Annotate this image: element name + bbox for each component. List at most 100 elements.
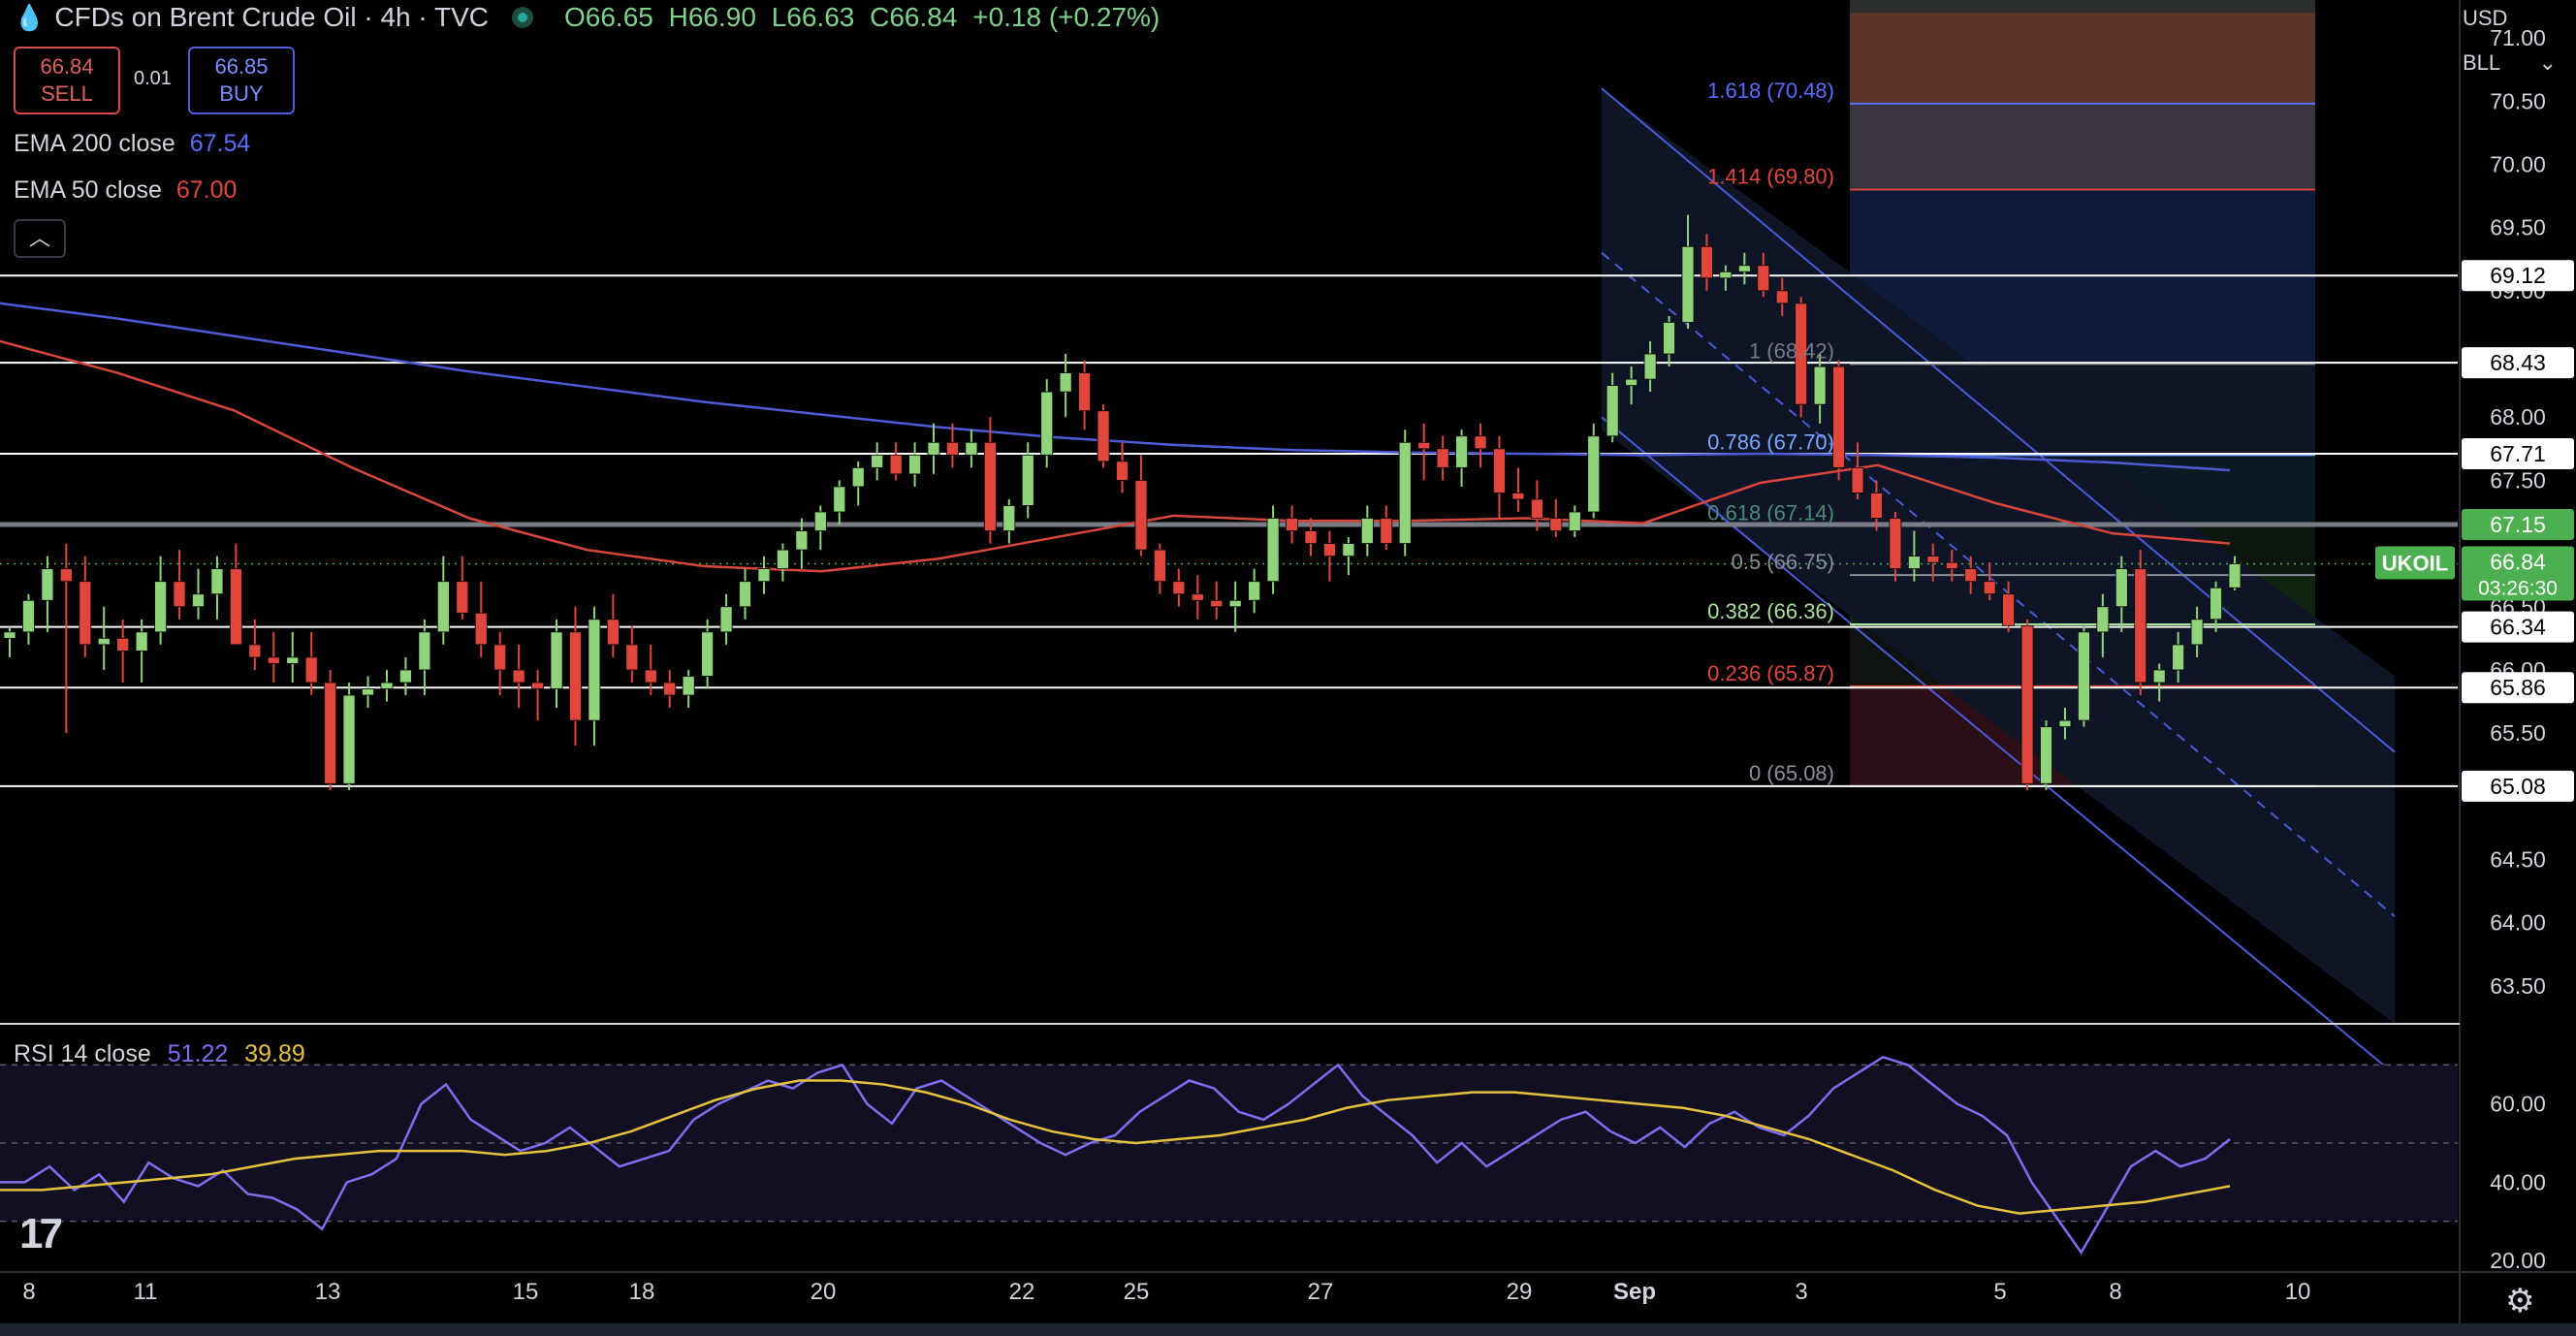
price-tick-label: 63.50 bbox=[2490, 973, 2546, 999]
fib-label: 0.5 (66.75) bbox=[1732, 550, 1834, 574]
candle-body bbox=[456, 581, 469, 614]
time-tick-label: 11 bbox=[134, 1279, 158, 1305]
unit-label: BLL bbox=[2463, 50, 2500, 75]
candle-body bbox=[1530, 498, 1543, 519]
time-tick-label: 13 bbox=[315, 1279, 341, 1305]
candle-body bbox=[116, 637, 130, 652]
candle-body bbox=[2002, 593, 2016, 626]
candle-body bbox=[1907, 556, 1921, 570]
candle-body bbox=[550, 631, 563, 689]
candle-body bbox=[2210, 587, 2222, 620]
candle-body bbox=[173, 581, 186, 608]
candle-body bbox=[1266, 518, 1280, 583]
sell-button[interactable]: 66.84 SELL bbox=[14, 47, 120, 114]
candle-body bbox=[983, 441, 997, 531]
buy-button[interactable]: 66.85 BUY bbox=[188, 47, 295, 114]
candle-body bbox=[1663, 322, 1675, 355]
drop-icon: 💧 bbox=[14, 2, 46, 32]
candle-body bbox=[229, 568, 242, 646]
price-tick-label: 69.50 bbox=[2490, 215, 2546, 240]
ohlc-readout: O66.65 H66.90 L66.63 C66.84 +0.18 (+0.27… bbox=[564, 2, 1167, 33]
chart-canvas[interactable]: 1.618 (70.48) 1.414 (69.80) 1 (68.42) 0.786… bbox=[0, 0, 2576, 1336]
price-tick-label: 64.00 bbox=[2490, 910, 2546, 936]
ohlc-close: C66.84 bbox=[870, 2, 958, 32]
unit-selector[interactable]: BLL ⌄ bbox=[2463, 50, 2557, 76]
candle-body bbox=[1813, 366, 1827, 405]
candle-body bbox=[1040, 391, 1054, 456]
candle-body bbox=[871, 454, 884, 468]
rsi-legend[interactable]: RSI 14 close 51.22 39.89 bbox=[14, 1040, 305, 1068]
fib-label: 1.618 (70.48) bbox=[1707, 79, 1834, 103]
current-price-label: 66.84 bbox=[2490, 549, 2546, 574]
symbol-title[interactable]: CFDs on Brent Crude Oil · 4h · TVC bbox=[54, 2, 489, 33]
candle-body bbox=[1625, 378, 1638, 387]
price-tick-label: 64.50 bbox=[2490, 847, 2546, 873]
candle-body bbox=[889, 454, 903, 475]
settings-gear-icon[interactable]: ⚙ bbox=[2505, 1282, 2534, 1320]
price-tick-label: 70.50 bbox=[2490, 88, 2546, 113]
candle-body bbox=[418, 631, 431, 671]
ema200-legend[interactable]: EMA 200 close 67.54 bbox=[14, 130, 250, 158]
fib-label: 1.414 (69.80) bbox=[1707, 165, 1834, 189]
chevron-up-icon: ︿ bbox=[28, 226, 50, 250]
fib-label: 1 (68.42) bbox=[1749, 338, 1834, 363]
candle-body bbox=[569, 631, 582, 721]
time-tick-label: 22 bbox=[1009, 1279, 1035, 1305]
candle-body bbox=[1511, 493, 1525, 500]
level-tag-label: 65.86 bbox=[2490, 675, 2546, 700]
rsi-tick-label: 40.00 bbox=[2490, 1169, 2546, 1194]
collapse-legend-button[interactable]: ︿ bbox=[14, 219, 66, 258]
candle-body bbox=[1549, 518, 1563, 531]
time-tick-label: 10 bbox=[2285, 1279, 2311, 1305]
ohlc-change: +0.18 (+0.27%) bbox=[972, 2, 1161, 32]
chart-header: 💧 CFDs on Brent Crude Oil · 4h · TVC O66… bbox=[0, 0, 1167, 35]
time-tick-label: 8 bbox=[2109, 1279, 2121, 1305]
candle-body bbox=[1078, 372, 1092, 412]
candle-body bbox=[927, 441, 940, 456]
market-status-icon[interactable] bbox=[512, 7, 533, 28]
rsi-value: 51.22 bbox=[167, 1040, 229, 1067]
ema200-label: EMA 200 close bbox=[14, 130, 175, 157]
candle-body bbox=[380, 682, 394, 689]
fib-label: 0.786 (67.70) bbox=[1707, 429, 1834, 454]
candle-body bbox=[41, 568, 54, 601]
candle-body bbox=[795, 530, 809, 551]
candle-body bbox=[304, 656, 318, 684]
rsi-band bbox=[0, 1065, 2458, 1222]
candle-body bbox=[1191, 593, 1204, 601]
ohlc-low: L66.63 bbox=[771, 2, 855, 32]
bottom-scrollbar[interactable] bbox=[0, 1323, 2576, 1336]
candle-body bbox=[135, 631, 148, 652]
candle-body bbox=[1775, 290, 1789, 304]
tradingview-logo[interactable]: 17 bbox=[19, 1210, 63, 1258]
candle-body bbox=[1700, 245, 1713, 279]
candle-body bbox=[2096, 606, 2110, 633]
candle-body bbox=[267, 656, 280, 664]
candle-body bbox=[588, 619, 601, 721]
price-tick-label: 67.50 bbox=[2490, 467, 2546, 493]
ema50-value: 67.00 bbox=[175, 176, 238, 204]
ema50-label: EMA 50 close bbox=[14, 176, 162, 204]
currency-selector[interactable]: USD bbox=[2463, 6, 2507, 31]
fib-label: 0.618 (67.14) bbox=[1707, 500, 1834, 525]
time-tick-label: Sep bbox=[1613, 1279, 1656, 1305]
candle-body bbox=[625, 644, 639, 671]
candle-body bbox=[719, 606, 733, 633]
candle-body bbox=[22, 599, 35, 633]
chevron-down-icon: ⌄ bbox=[2538, 50, 2557, 75]
ema50-legend[interactable]: EMA 50 close 67.00 bbox=[14, 176, 237, 205]
time-tick-label: 8 bbox=[22, 1279, 35, 1305]
price-tick-label: 65.50 bbox=[2490, 720, 2546, 746]
time-tick-label: 27 bbox=[1308, 1279, 1334, 1305]
candle-body bbox=[1228, 599, 1242, 608]
time-tick-label: 15 bbox=[513, 1279, 539, 1305]
candle-body bbox=[1926, 556, 1940, 563]
candle-body bbox=[2115, 568, 2128, 608]
candle-body bbox=[1059, 372, 1072, 393]
candle-body bbox=[1719, 270, 1733, 279]
ohlc-high: H66.90 bbox=[668, 2, 756, 32]
candle-body bbox=[1455, 435, 1469, 468]
rsi-tick-label: 60.00 bbox=[2490, 1092, 2546, 1117]
candle-body bbox=[1380, 518, 1393, 544]
candle-body bbox=[512, 669, 525, 684]
